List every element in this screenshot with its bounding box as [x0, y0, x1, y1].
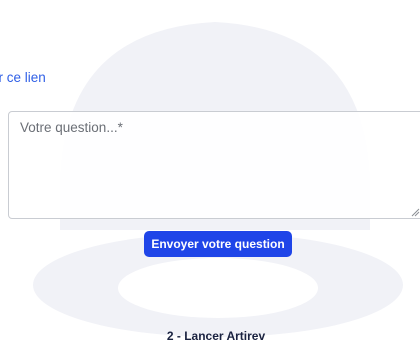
submit-question-button[interactable]: Envoyer votre question: [144, 231, 292, 257]
step-title: 2 - Lancer Artirev: [166, 329, 266, 342]
question-input[interactable]: [8, 111, 420, 219]
resize-grip-icon[interactable]: [410, 207, 420, 217]
page: ur ce lien Envoyer votre question 2 - La…: [0, 0, 420, 342]
info-link[interactable]: ur ce lien: [0, 70, 46, 85]
